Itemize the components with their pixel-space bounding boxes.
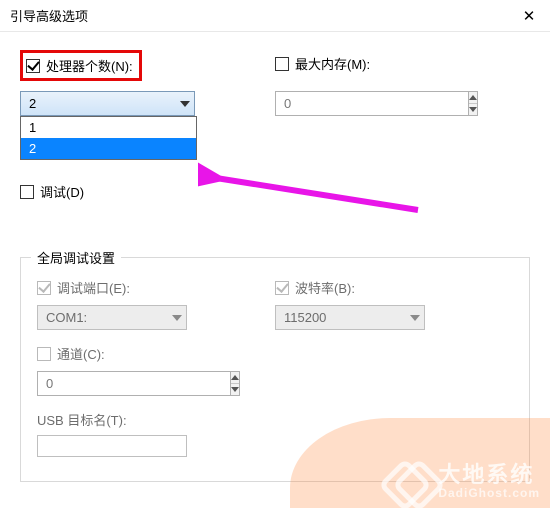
group-legend: 全局调试设置 xyxy=(31,248,121,267)
baud-checkbox xyxy=(275,281,289,295)
processors-option-1[interactable]: 1 xyxy=(21,117,196,138)
processors-dropdown[interactable]: 2 1 2 xyxy=(20,91,195,116)
debug-label: 调试(D) xyxy=(40,182,84,201)
global-debug-group: 全局调试设置 调试端口(E): COM1: 波特率(B): 115200 xyxy=(20,257,530,482)
watermark-text-en: DadiGhost.com xyxy=(438,486,540,500)
debug-checkbox[interactable] xyxy=(20,185,34,199)
close-button[interactable]: ✕ xyxy=(508,0,550,32)
usb-target-input xyxy=(37,435,187,457)
watermark-text-cn: 大地系统 xyxy=(438,464,540,486)
processors-label: 处理器个数(N): xyxy=(46,56,133,75)
maxmem-input xyxy=(275,91,468,116)
maxmem-spin-down[interactable] xyxy=(469,104,477,115)
caret-up-icon xyxy=(231,375,239,380)
baud-value: 115200 xyxy=(284,310,326,325)
channel-input xyxy=(37,371,230,396)
maxmem-spin-up[interactable] xyxy=(469,92,477,104)
debugport-dropdown: COM1: xyxy=(37,305,187,330)
channel-spin-down xyxy=(231,384,239,395)
baud-label: 波特率(B): xyxy=(295,278,355,297)
content-area: 处理器个数(N): 2 1 2 调试(D) 最大内存(M): xyxy=(0,32,550,482)
processors-checkbox[interactable] xyxy=(26,59,40,73)
processors-dropdown-list: 1 2 xyxy=(20,116,197,160)
caret-down-icon xyxy=(231,387,239,392)
debugport-label: 调试端口(E): xyxy=(57,278,130,297)
caret-down-icon xyxy=(469,107,477,112)
watermark: 大地系统 DadiGhost.com xyxy=(380,456,550,508)
title-bar: 引导高级选项 ✕ xyxy=(0,0,550,32)
chevron-down-icon xyxy=(180,101,190,107)
processors-highlight: 处理器个数(N): xyxy=(20,50,142,81)
close-icon: ✕ xyxy=(523,7,536,25)
processors-selected: 2 xyxy=(29,96,36,111)
chevron-down-icon xyxy=(410,315,420,321)
channel-spinner xyxy=(37,371,187,396)
debugport-checkbox xyxy=(37,281,51,295)
maxmem-checkbox[interactable] xyxy=(275,57,289,71)
watermark-logo-icon xyxy=(390,462,430,502)
maxmem-spinner xyxy=(275,91,450,116)
usb-target-label: USB 目标名(T): xyxy=(37,410,513,429)
caret-up-icon xyxy=(469,95,477,100)
window-title: 引导高级选项 xyxy=(10,6,88,25)
maxmem-label: 最大内存(M): xyxy=(295,54,370,73)
channel-checkbox xyxy=(37,347,51,361)
channel-label: 通道(C): xyxy=(57,344,105,363)
chevron-down-icon xyxy=(172,315,182,321)
debugport-value: COM1: xyxy=(46,310,87,325)
processors-option-2[interactable]: 2 xyxy=(21,138,196,159)
baud-dropdown: 115200 xyxy=(275,305,425,330)
channel-spin-up xyxy=(231,372,239,384)
